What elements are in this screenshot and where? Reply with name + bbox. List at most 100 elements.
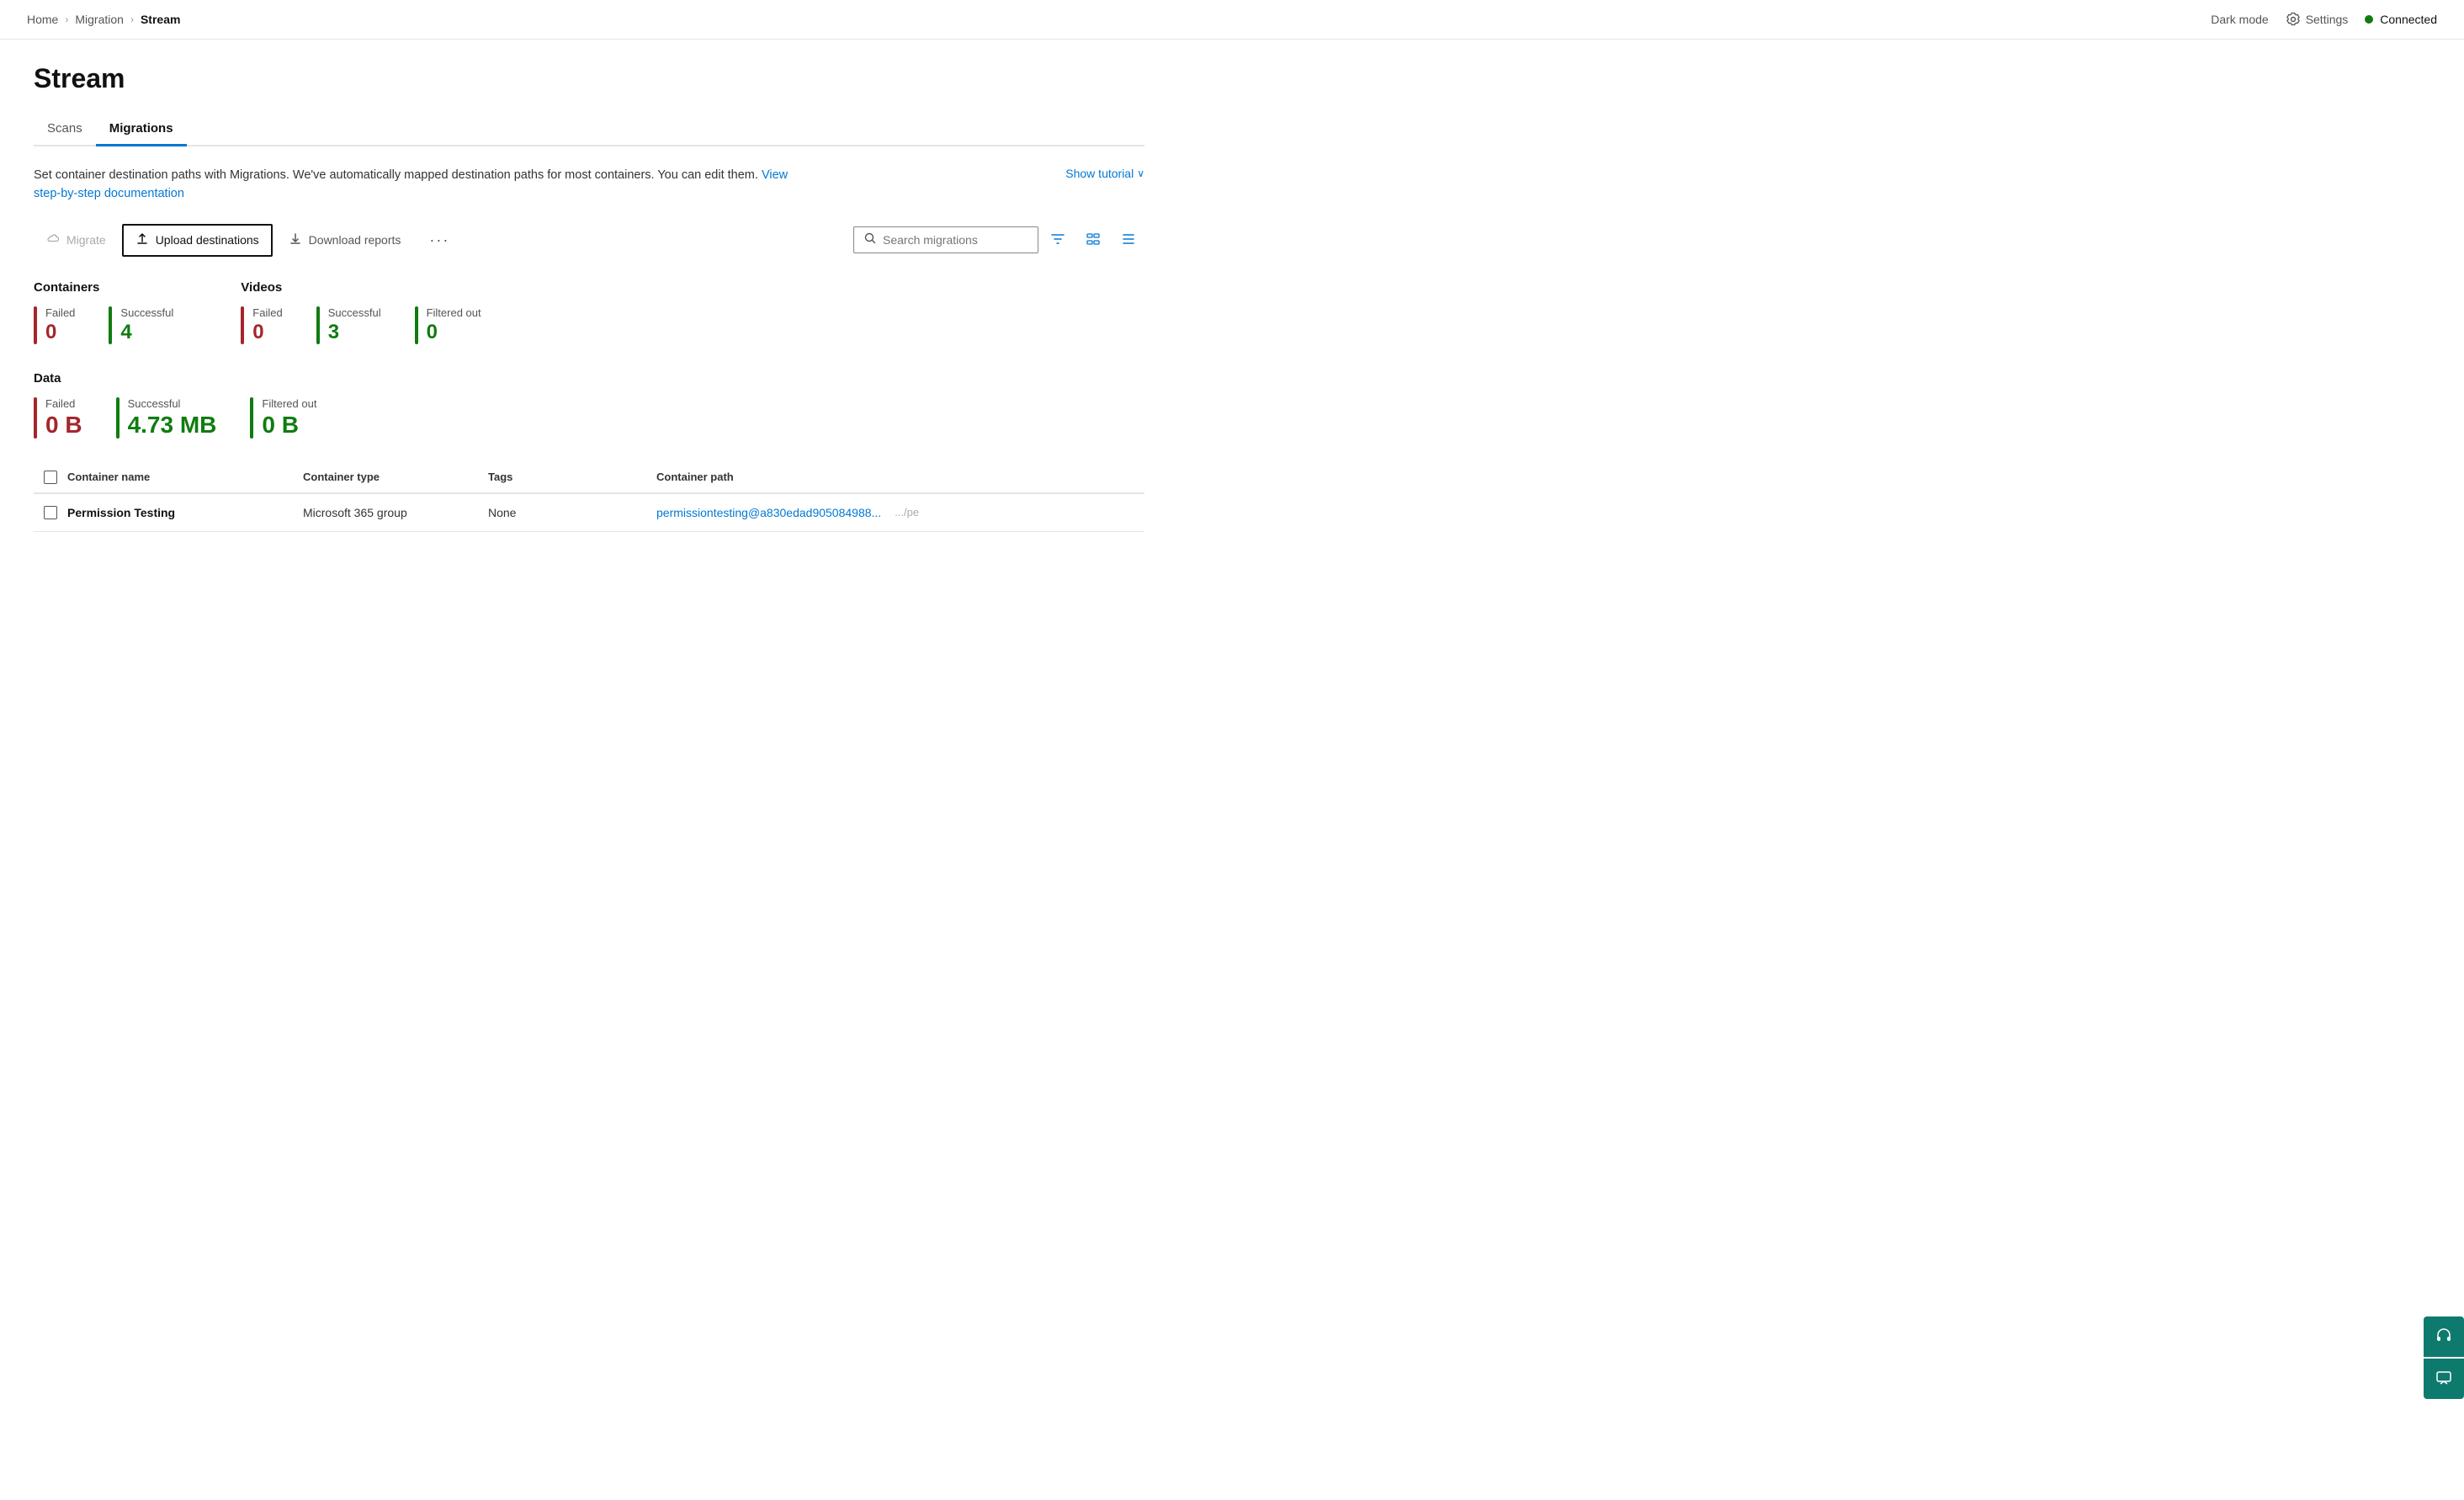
videos-failed-stat: Failed 0 bbox=[241, 306, 282, 344]
containers-title: Containers bbox=[34, 280, 173, 295]
videos-title: Videos bbox=[241, 280, 481, 295]
data-filtered-stat: Filtered out 0 B bbox=[250, 397, 316, 439]
stat-label: Successful bbox=[120, 306, 173, 319]
row-checkbox[interactable] bbox=[44, 506, 57, 519]
breadcrumb-current: Stream bbox=[141, 13, 180, 26]
stat-bar-green bbox=[116, 397, 119, 439]
stat-value: 3 bbox=[328, 321, 381, 344]
stat-value: 4 bbox=[120, 321, 173, 344]
more-options-button[interactable]: ··· bbox=[417, 224, 462, 257]
search-box bbox=[853, 226, 1038, 253]
stat-label: Failed bbox=[45, 306, 75, 319]
upload-destinations-button[interactable]: Upload destinations bbox=[122, 224, 273, 257]
filter-button[interactable] bbox=[1042, 226, 1074, 254]
tab-migrations[interactable]: Migrations bbox=[96, 114, 187, 146]
chevron-down-icon: ∨ bbox=[1137, 168, 1144, 179]
header-checkbox-cell bbox=[34, 471, 67, 484]
header-container-type: Container type bbox=[303, 471, 488, 484]
breadcrumb-migration[interactable]: Migration bbox=[75, 13, 124, 26]
show-tutorial-button[interactable]: Show tutorial ∨ bbox=[1065, 167, 1144, 180]
stat-bar-red bbox=[241, 306, 244, 344]
stat-label: Failed bbox=[252, 306, 282, 319]
stat-bar-green bbox=[109, 306, 112, 344]
table-row[interactable]: Permission Testing Microsoft 365 group N… bbox=[34, 494, 1144, 532]
stat-label: Successful bbox=[328, 306, 381, 319]
stat-bar-green bbox=[316, 306, 320, 344]
containers-group: Containers Failed 0 Successful 4 bbox=[34, 280, 173, 364]
description-before: Set container destination paths with Mig… bbox=[34, 168, 758, 182]
containers-successful-stat: Successful 4 bbox=[109, 306, 173, 344]
columns-icon bbox=[1121, 231, 1136, 249]
page-title: Stream bbox=[34, 63, 1144, 94]
data-failed-stat: Failed 0 B bbox=[34, 397, 82, 439]
table-section: Container name Container type Tags Conta… bbox=[34, 462, 1144, 532]
data-successful-stat: Successful 4.73 MB bbox=[116, 397, 217, 439]
migrate-cloud-icon bbox=[46, 232, 60, 248]
download-icon bbox=[289, 232, 302, 248]
connected-dot-icon bbox=[2365, 15, 2373, 24]
row-container-path-cell: permissiontesting@a830edad905084988... .… bbox=[656, 506, 1144, 519]
stat-bar-red bbox=[34, 397, 37, 439]
data-group: Data Failed 0 B Successful 4.73 MB bbox=[34, 371, 1144, 439]
connected-status: Connected bbox=[2365, 13, 2437, 26]
stats-section: Containers Failed 0 Successful 4 bbox=[34, 280, 1144, 439]
main-content: Stream Scans Migrations Set container de… bbox=[0, 40, 1178, 566]
stat-value: 0 B bbox=[262, 412, 316, 439]
topbar-right: Dark mode Settings Connected bbox=[2211, 12, 2437, 27]
filter-icon bbox=[1050, 231, 1065, 249]
topbar: Home › Migration › Stream Dark mode Sett… bbox=[0, 0, 2464, 40]
data-title: Data bbox=[34, 371, 1144, 386]
connected-label: Connected bbox=[2380, 13, 2437, 26]
settings-label: Settings bbox=[2306, 13, 2349, 26]
description-section: Set container destination paths with Mig… bbox=[34, 167, 1144, 204]
download-reports-button[interactable]: Download reports bbox=[276, 225, 414, 256]
search-input[interactable] bbox=[883, 233, 1017, 247]
containers-stats-row: Failed 0 Successful 4 bbox=[34, 306, 173, 344]
dark-mode-toggle[interactable]: Dark mode bbox=[2211, 13, 2268, 26]
headset-icon bbox=[2435, 1327, 2453, 1348]
breadcrumb-home[interactable]: Home bbox=[27, 13, 58, 26]
stat-value: 0 B bbox=[45, 412, 82, 439]
stat-value: 0 bbox=[45, 321, 75, 344]
stat-bar-green bbox=[250, 397, 253, 439]
containers-failed-stat: Failed 0 bbox=[34, 306, 75, 344]
stat-bar-red bbox=[34, 306, 37, 344]
row-container-name: Permission Testing bbox=[67, 506, 303, 519]
data-stats-row: Failed 0 B Successful 4.73 MB Filtered o… bbox=[34, 397, 1144, 439]
gear-icon bbox=[2286, 12, 2301, 27]
stat-label: Filtered out bbox=[427, 306, 481, 319]
message-icon bbox=[2435, 1370, 2452, 1389]
settings-item[interactable]: Settings bbox=[2286, 12, 2349, 27]
group-button[interactable] bbox=[1077, 226, 1109, 254]
tabs-container: Scans Migrations bbox=[34, 114, 1144, 146]
breadcrumb: Home › Migration › Stream bbox=[27, 13, 180, 26]
videos-stats-row: Failed 0 Successful 3 bbox=[241, 306, 481, 344]
migrate-button[interactable]: Migrate bbox=[34, 225, 119, 256]
search-icon bbox=[864, 232, 876, 247]
header-tags: Tags bbox=[488, 471, 656, 484]
breadcrumb-sep-2: › bbox=[130, 13, 134, 25]
stat-label: Filtered out bbox=[262, 397, 316, 410]
stat-value: 0 bbox=[427, 321, 481, 344]
toolbar: Migrate Upload destinations Download rep… bbox=[34, 224, 1144, 257]
breadcrumb-sep-1: › bbox=[65, 13, 68, 25]
stat-label: Failed bbox=[45, 397, 82, 410]
side-panel bbox=[2424, 1316, 2464, 1399]
group-icon bbox=[1086, 231, 1101, 249]
headset-button[interactable] bbox=[2424, 1316, 2464, 1357]
message-button[interactable] bbox=[2424, 1359, 2464, 1399]
row-tags: None bbox=[488, 506, 656, 519]
columns-button[interactable] bbox=[1113, 226, 1144, 254]
videos-successful-stat: Successful 3 bbox=[316, 306, 381, 344]
upload-icon bbox=[135, 232, 149, 248]
row-checkbox-cell bbox=[34, 506, 67, 519]
videos-filtered-stat: Filtered out 0 bbox=[415, 306, 481, 344]
description-text: Set container destination paths with Mig… bbox=[34, 167, 791, 204]
stat-value: 4.73 MB bbox=[128, 412, 217, 439]
tab-scans[interactable]: Scans bbox=[34, 114, 96, 146]
row-container-type: Microsoft 365 group bbox=[303, 506, 488, 519]
stat-bar-green bbox=[415, 306, 418, 344]
row-container-path: permissiontesting@a830edad905084988... bbox=[656, 506, 881, 519]
videos-group: Videos Failed 0 Successful 3 bbox=[241, 280, 481, 364]
header-checkbox[interactable] bbox=[44, 471, 57, 484]
